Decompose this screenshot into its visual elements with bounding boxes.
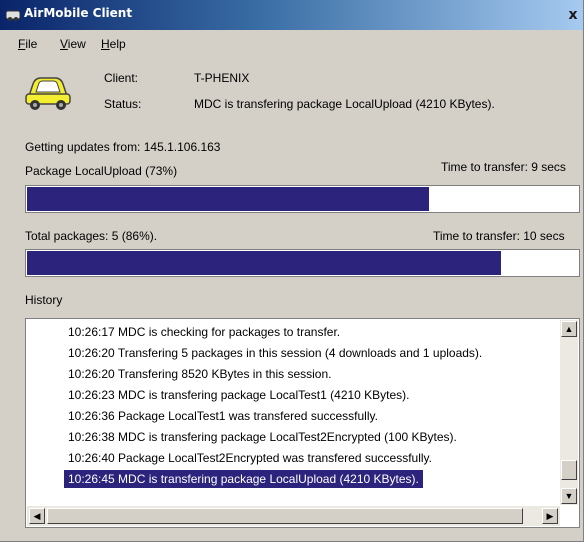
package-time-to-transfer: Time to transfer: 9 secs [441, 160, 566, 174]
scroll-up-icon[interactable]: ▲ [561, 321, 577, 337]
client-label: Client: [104, 71, 139, 85]
package-progress-fill [27, 187, 429, 211]
history-line[interactable]: 10:26:20 Transfering 5 packages in this … [68, 344, 482, 362]
history-line[interactable]: 10:26:40 Package LocalTest2Encrypted was… [68, 449, 432, 467]
horizontal-scrollbar[interactable]: ◀ ▶ [27, 506, 560, 526]
scroll-down-icon[interactable]: ▼ [561, 488, 577, 504]
history-label: History [25, 293, 63, 307]
close-icon[interactable]: x [564, 6, 582, 24]
history-log[interactable]: 10:26:17 MDC is checking for packages to… [25, 318, 580, 528]
package-progress-bar [25, 185, 580, 213]
scroll-right-icon[interactable]: ▶ [542, 508, 558, 524]
history-line[interactable]: 10:26:36 Package LocalTest1 was transfer… [68, 407, 378, 425]
client-value: T-PHENIX [194, 71, 250, 85]
history-line[interactable]: 10:26:17 MDC is checking for packages to… [68, 323, 340, 341]
updates-source: Getting updates from: 145.1.106.163 [25, 140, 221, 154]
total-time-to-transfer: Time to transfer: 10 secs [433, 229, 565, 243]
history-line[interactable]: 10:26:45 MDC is transfering package Loca… [64, 470, 423, 488]
menu-view[interactable]: View [60, 37, 86, 51]
title-bar[interactable]: AirMobile Client x [0, 0, 583, 30]
vertical-scrollbar[interactable]: ▲ ▼ [560, 320, 578, 505]
total-progress-fill [27, 251, 501, 275]
status-value: MDC is transfering package LocalUpload (… [194, 97, 495, 111]
history-line[interactable]: 10:26:23 MDC is transfering package Loca… [68, 386, 410, 404]
package-label: Package LocalUpload (73%) [25, 164, 178, 178]
car-icon [25, 77, 71, 110]
history-line[interactable]: 10:26:20 Transfering 8520 KBytes in this… [68, 365, 332, 383]
scroll-left-icon[interactable]: ◀ [29, 508, 45, 524]
total-progress-bar [25, 249, 580, 277]
app-icon [6, 10, 20, 21]
vertical-scroll-thumb[interactable] [561, 460, 577, 480]
airmobile-client-window: AirMobile Client x File View Help Client… [0, 0, 584, 542]
menu-bar: File View Help [0, 30, 583, 56]
horizontal-scroll-thumb[interactable] [47, 508, 523, 524]
menu-file[interactable]: File [18, 37, 37, 51]
history-line[interactable]: 10:26:38 MDC is transfering package Loca… [68, 428, 457, 446]
window-title: AirMobile Client [24, 6, 133, 20]
total-packages-label: Total packages: 5 (86%). [25, 229, 158, 243]
menu-help[interactable]: Help [101, 37, 126, 51]
status-label: Status: [104, 97, 142, 111]
